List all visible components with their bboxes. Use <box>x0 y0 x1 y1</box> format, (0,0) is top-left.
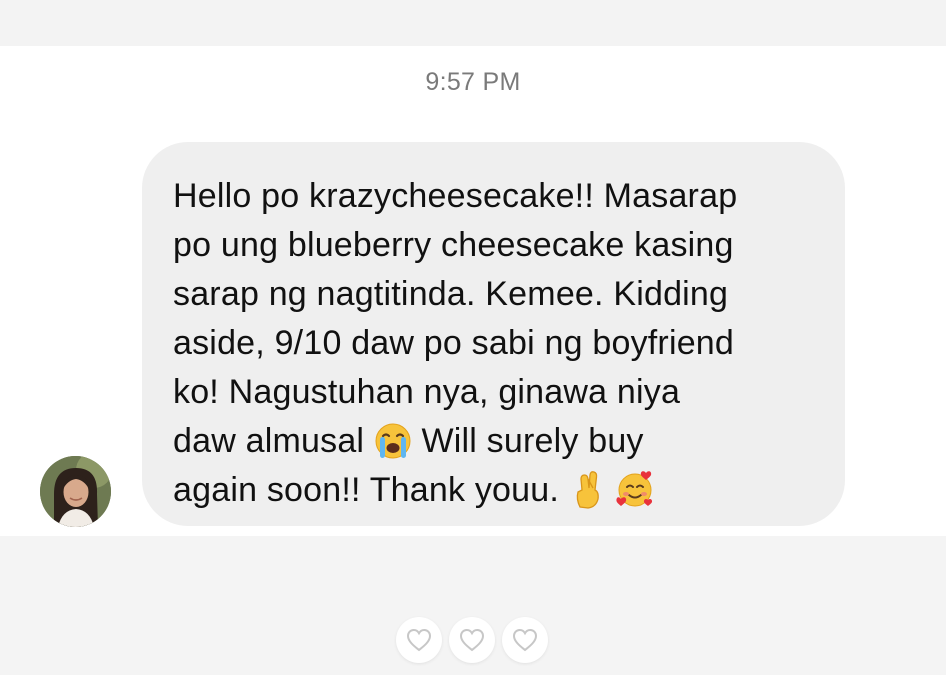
received-message-bubble[interactable]: Hello po krazycheesecake!! Masarap po un… <box>142 142 845 526</box>
react-heart-button-2[interactable] <box>449 617 495 663</box>
smiling-face-with-hearts-emoji <box>616 469 654 509</box>
quick-reactions <box>396 617 548 663</box>
heart-outline-icon <box>406 628 432 652</box>
react-heart-button-1[interactable] <box>396 617 442 663</box>
top-strip <box>0 0 946 46</box>
heart-outline-icon <box>459 628 485 652</box>
message-text-part-1: Hello po krazycheesecake!! Masarap po un… <box>173 177 738 460</box>
sender-avatar[interactable] <box>40 456 111 527</box>
react-heart-button-3[interactable] <box>502 617 548 663</box>
crossed-fingers-emoji <box>569 469 607 509</box>
heart-outline-icon <box>512 628 538 652</box>
crying-face-emoji <box>374 420 412 460</box>
message-timestamp: 9:57 PM <box>425 68 521 96</box>
message-text: Hello po krazycheesecake!! Masarap po un… <box>173 172 825 515</box>
